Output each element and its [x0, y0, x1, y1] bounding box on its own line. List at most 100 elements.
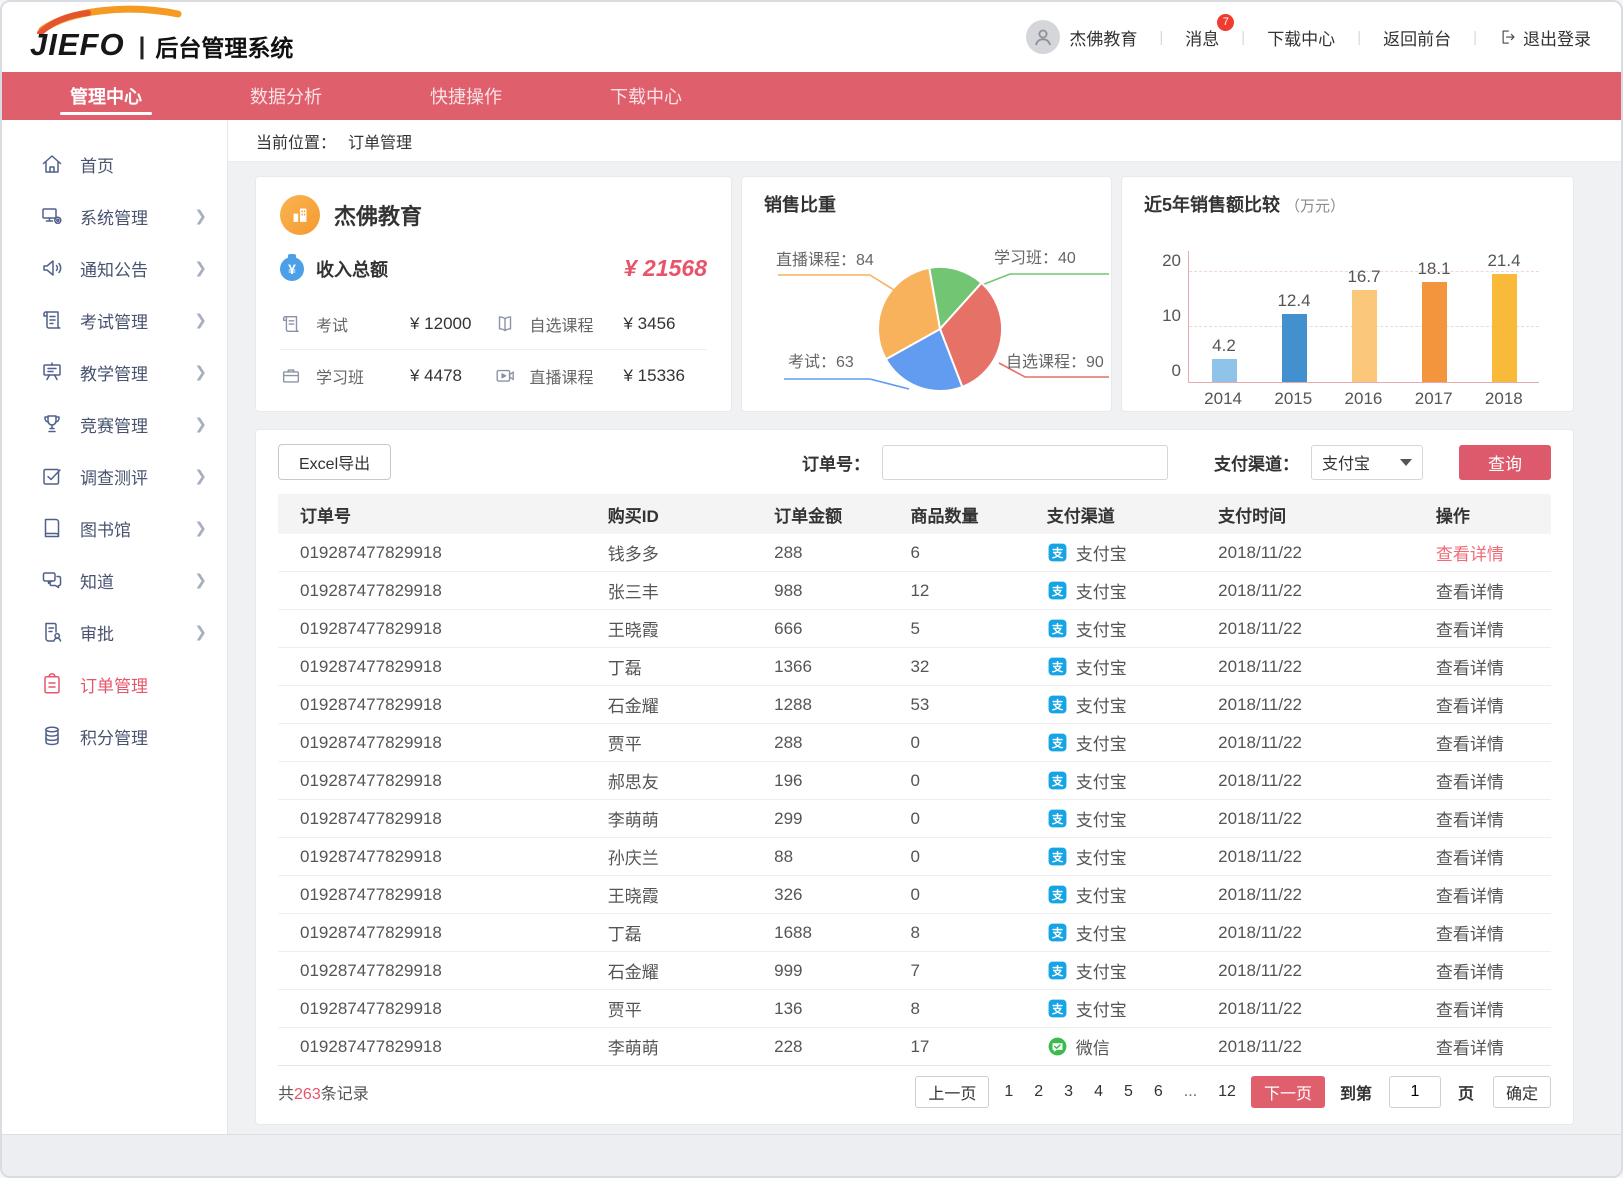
sidebar-item-label: 知道 — [80, 568, 114, 593]
sidebar-item-label: 系统管理 — [80, 204, 148, 229]
svg-text:支: 支 — [1051, 964, 1064, 978]
nav-tab[interactable]: 快捷操作 — [430, 72, 502, 120]
sidebar-item[interactable]: 知道❯ — [2, 554, 227, 606]
income-total-value: ¥ 21568 — [624, 255, 707, 282]
logo-swoosh-icon — [36, 4, 184, 34]
order-no-input[interactable] — [882, 445, 1168, 480]
brand-logo[interactable]: JIEFO | 后台管理系统 — [30, 2, 293, 72]
confirm-page-button[interactable]: 确定 — [1493, 1076, 1551, 1108]
view-details-link[interactable]: 查看详情 — [1436, 697, 1504, 716]
page-number[interactable]: 1 — [998, 1083, 1019, 1101]
order-icon — [40, 672, 64, 696]
header-menu-item[interactable]: 退出登录 — [1499, 25, 1591, 50]
quantity-cell: 0 — [910, 847, 1046, 867]
view-details-link[interactable]: 查看详情 — [1436, 545, 1504, 564]
user-account[interactable]: 杰佛教育 — [1026, 20, 1137, 54]
channel-name: 支付宝 — [1076, 996, 1127, 1021]
sidebar-item[interactable]: 教学管理❯ — [2, 346, 227, 398]
sidebar: 首页系统管理❯通知公告❯考试管理❯教学管理❯竞赛管理❯调查测评❯图书馆❯知道❯审… — [2, 120, 228, 1138]
order-no-cell: 019287477829918 — [300, 847, 608, 867]
table-row: 019287477829918石金耀128853支支付宝2018/11/22查看… — [278, 686, 1551, 724]
payment-channel-cell: 微信 — [1047, 1034, 1218, 1059]
exam-icon — [40, 308, 64, 332]
pie-label-line — [982, 274, 1109, 285]
nav-tab[interactable]: 管理中心 — [70, 72, 142, 120]
sidebar-item-label: 审批 — [80, 620, 114, 645]
header-menu-item[interactable]: 消息7 — [1185, 25, 1219, 50]
logo-separator: | — [139, 34, 146, 60]
table-row: 019287477829918孙庆兰880支支付宝2018/11/22查看详情 — [278, 838, 1551, 876]
excel-export-button[interactable]: Excel导出 — [278, 444, 391, 480]
bar — [1282, 314, 1307, 382]
buyer-cell: 石金耀 — [608, 692, 774, 717]
view-details-link[interactable]: 查看详情 — [1436, 1001, 1504, 1020]
nav-tab[interactable]: 数据分析 — [250, 72, 322, 120]
view-details-link[interactable]: 查看详情 — [1436, 621, 1504, 640]
channel-select[interactable]: 支付宝 — [1311, 445, 1423, 480]
next-page-button[interactable]: 下一页 — [1251, 1076, 1325, 1108]
view-details-link[interactable]: 查看详情 — [1436, 735, 1504, 754]
channel-name: 支付宝 — [1076, 578, 1127, 603]
order-no-label: 订单号： — [802, 450, 870, 475]
view-details-link[interactable]: 查看详情 — [1436, 849, 1504, 868]
sidebar-item[interactable]: 竞赛管理❯ — [2, 398, 227, 450]
sidebar-item[interactable]: 调查测评❯ — [2, 450, 227, 502]
action-cell: 查看详情 — [1436, 654, 1551, 679]
table-footer: 共263条记录 上一页 123456...12 下一页 到第 页 确定 — [278, 1066, 1551, 1118]
bar — [1422, 282, 1447, 382]
alipay-icon: 支 — [1047, 998, 1068, 1019]
income-summary-card: 杰佛教育 ¥ 收入总额 ¥ 21568 考试¥ 12000自选课程¥ 3456学… — [255, 176, 732, 412]
page-number[interactable]: 6 — [1148, 1083, 1169, 1101]
sidebar-item[interactable]: 首页 — [2, 138, 227, 190]
chevron-right-icon: ❯ — [194, 623, 207, 641]
page-number[interactable]: 12 — [1212, 1083, 1242, 1101]
page-number[interactable]: 3 — [1058, 1083, 1079, 1101]
channel-name: 支付宝 — [1076, 616, 1127, 641]
breakdown-label: 自选课程 — [530, 312, 624, 336]
sidebar-item[interactable]: 审批 ❯ — [2, 606, 227, 658]
header-menu-item[interactable]: 返回前台 — [1383, 25, 1451, 50]
view-details-link[interactable]: 查看详情 — [1436, 963, 1504, 982]
sidebar-item[interactable]: 通知公告❯ — [2, 242, 227, 294]
payment-channel-cell: 支支付宝 — [1047, 844, 1218, 869]
quantity-cell: 5 — [910, 619, 1046, 639]
search-button[interactable]: 查询 — [1459, 445, 1551, 480]
sidebar-item[interactable]: 系统管理❯ — [2, 190, 227, 242]
survey-icon — [40, 464, 64, 488]
page-number[interactable]: 4 — [1088, 1083, 1109, 1101]
view-details-link[interactable]: 查看详情 — [1436, 887, 1504, 906]
sidebar-item[interactable]: 订单管理 — [2, 658, 227, 710]
header-right: 杰佛教育 |消息7|下载中心|返回前台|退出登录 — [1026, 20, 1591, 54]
channel-name: 支付宝 — [1076, 958, 1127, 983]
buyer-cell: 钱多多 — [608, 540, 774, 565]
top-header: JIEFO | 后台管理系统 杰佛教育 |消息7|下载中心|返回前台|退出登录 — [2, 2, 1621, 72]
page-number[interactable]: 5 — [1118, 1083, 1139, 1101]
nav-tab[interactable]: 下载中心 — [610, 72, 682, 120]
prev-page-button[interactable]: 上一页 — [915, 1076, 989, 1108]
sidebar-item[interactable]: 积分管理 — [2, 710, 227, 762]
alipay-icon: 支 — [1047, 960, 1068, 981]
view-details-link[interactable]: 查看详情 — [1436, 925, 1504, 944]
avatar — [1026, 20, 1060, 54]
sidebar-item[interactable]: 考试管理❯ — [2, 294, 227, 346]
page-number[interactable]: 2 — [1028, 1083, 1049, 1101]
svg-text:支: 支 — [1051, 736, 1064, 750]
quantity-cell: 32 — [910, 657, 1046, 677]
view-details-link[interactable]: 查看详情 — [1436, 583, 1504, 602]
view-details-link[interactable]: 查看详情 — [1436, 1039, 1504, 1058]
header-menu-item[interactable]: 下载中心 — [1267, 25, 1335, 50]
header-menu-separator: | — [1473, 29, 1477, 46]
action-cell: 查看详情 — [1436, 806, 1551, 831]
alipay-icon: 支 — [1047, 580, 1068, 601]
action-cell: 查看详情 — [1436, 1034, 1551, 1059]
goto-page-input[interactable] — [1389, 1076, 1441, 1108]
buyer-cell: 丁磊 — [608, 920, 774, 945]
payment-channel-cell: 支支付宝 — [1047, 882, 1218, 907]
order-no-cell: 019287477829918 — [300, 619, 608, 639]
sidebar-item[interactable]: 图书馆❯ — [2, 502, 227, 554]
sidebar-item-label: 订单管理 — [80, 672, 148, 697]
view-details-link[interactable]: 查看详情 — [1436, 659, 1504, 678]
view-details-link[interactable]: 查看详情 — [1436, 773, 1504, 792]
buyer-cell: 郝思友 — [608, 768, 774, 793]
view-details-link[interactable]: 查看详情 — [1436, 811, 1504, 830]
